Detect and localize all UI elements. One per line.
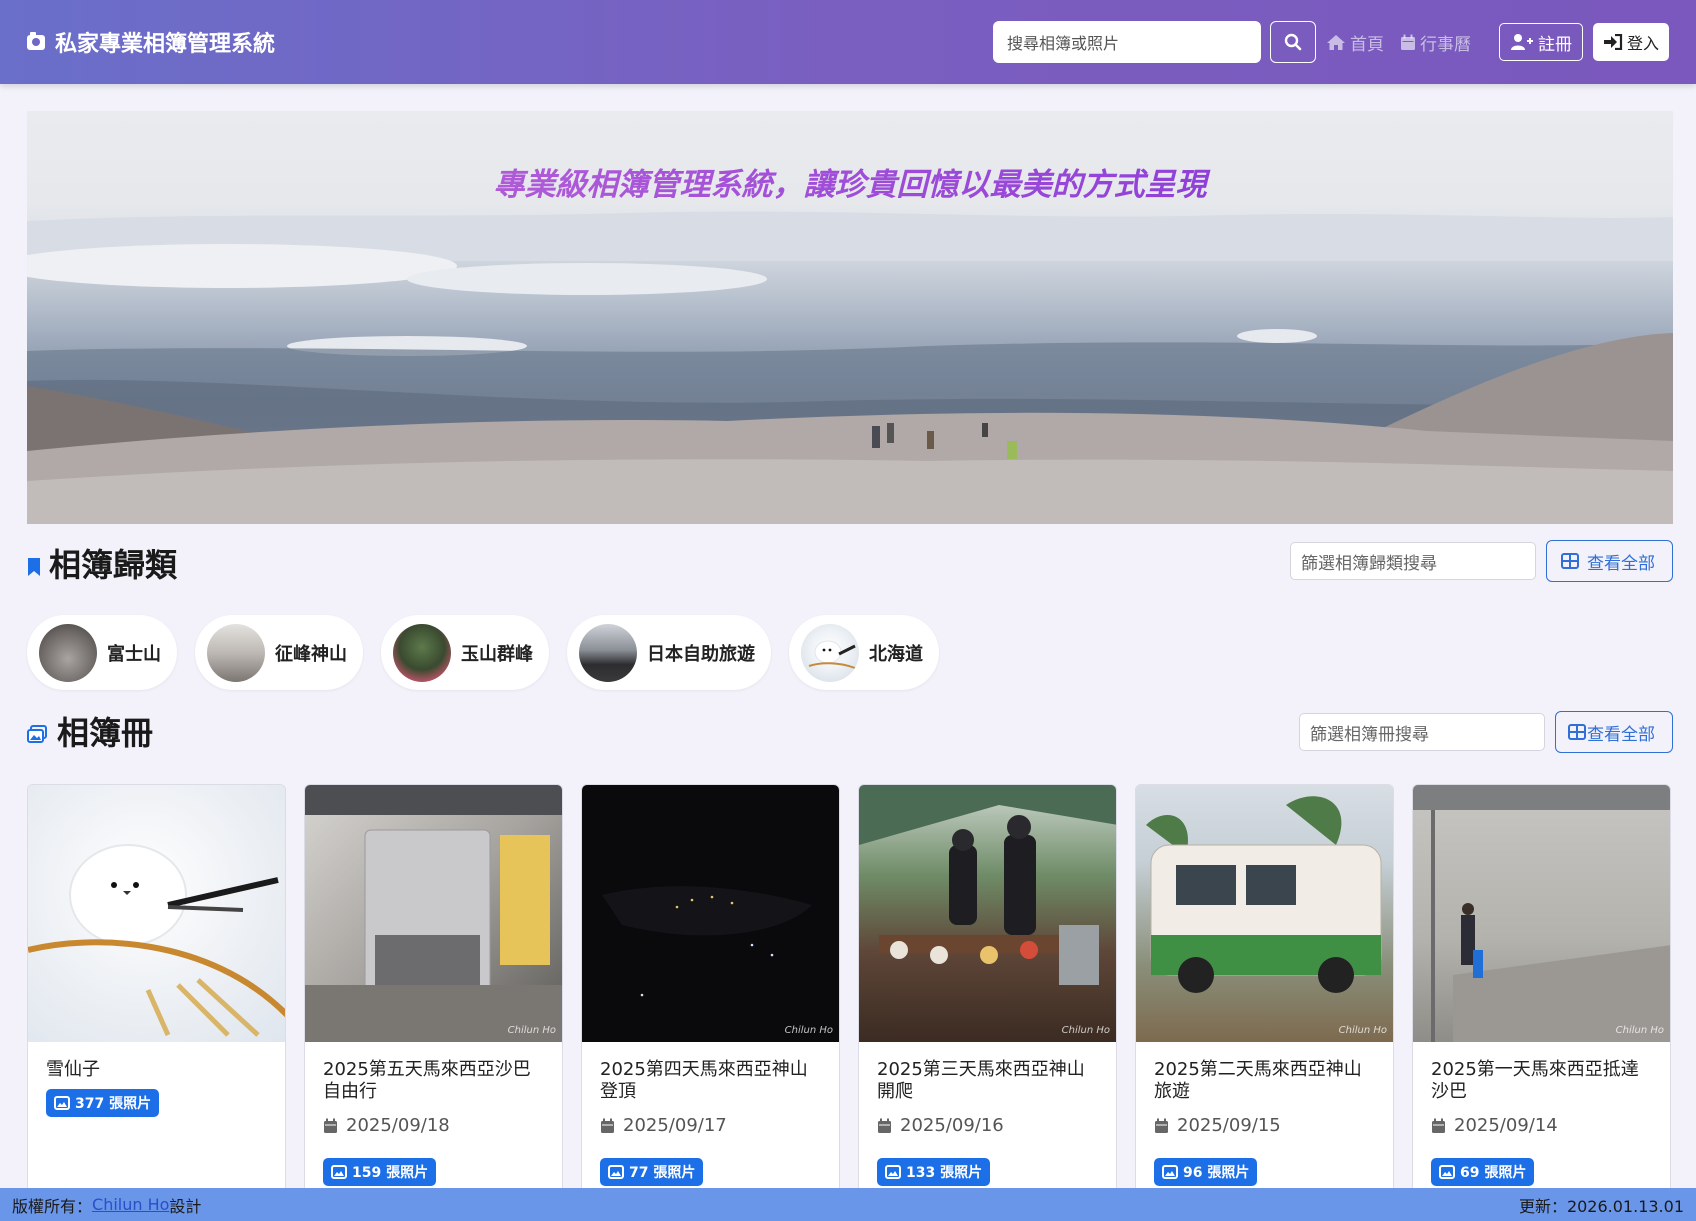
image-icon bbox=[331, 1165, 347, 1179]
hero-tagline: 專業級相簿管理系統，讓珍貴回憶以最美的方式呈現 bbox=[27, 159, 1673, 204]
login-button[interactable]: 登入 bbox=[1592, 23, 1669, 61]
photo-count-badge: 377 張照片 bbox=[46, 1089, 160, 1117]
brand-title: 私家專業相簿管理系統 bbox=[55, 32, 276, 57]
album-title: 2025第三天馬來西亞神山開爬 bbox=[877, 1059, 1085, 1102]
watermark: Chilun Ho bbox=[784, 1025, 833, 1036]
brand[interactable]: 私家專業相簿管理系統 bbox=[27, 26, 275, 58]
album-title: 2025第一天馬來西亞抵達沙巴 bbox=[1431, 1059, 1639, 1102]
album-title: 雪仙子 bbox=[46, 1059, 100, 1080]
album-card[interactable]: Chilun Ho 2025第三天馬來西亞神山開爬 2025/09/16 133… bbox=[858, 784, 1117, 1204]
album-list: 雪仙子 377 張照片 Chilun Ho 2025第五天馬來西亞沙巴自由行 2… bbox=[27, 784, 1671, 1204]
category-avatar bbox=[39, 623, 97, 682]
album-thumbnail: Chilun Ho bbox=[1136, 785, 1393, 1042]
album-date: 2025/09/16 bbox=[877, 1115, 1098, 1136]
nav-right: 搜尋相簿或照片 首頁 行事曆 註冊 登入 bbox=[992, 21, 1669, 63]
nav-calendar-link[interactable]: 行事曆 bbox=[1400, 30, 1471, 55]
photo-count-badge: 69 張照片 bbox=[1431, 1158, 1535, 1186]
navbar: 私家專業相簿管理系統 搜尋相簿或照片 首頁 行事曆 註冊 登入 bbox=[0, 0, 1696, 84]
bookmark-icon bbox=[28, 558, 40, 576]
albums-view-all-button[interactable]: 查看全部 bbox=[1555, 711, 1673, 753]
album-date: 2025/09/17 bbox=[600, 1115, 821, 1136]
image-icon bbox=[608, 1165, 624, 1179]
calendar-icon bbox=[1155, 1118, 1168, 1133]
album-thumbnail: Chilun Ho bbox=[859, 785, 1116, 1042]
photo-count-badge: 77 張照片 bbox=[600, 1158, 704, 1186]
album-card[interactable]: Chilun Ho 2025第五天馬來西亞沙巴自由行 2025/09/18 15… bbox=[304, 784, 563, 1204]
albums-header: 相簿冊 bbox=[27, 708, 153, 754]
grid-icon bbox=[1568, 724, 1586, 740]
category-chip-kinabalu[interactable]: 征峰神山 bbox=[195, 615, 363, 690]
images-icon bbox=[27, 725, 47, 743]
category-filter-input[interactable]: 篩選相簿歸類搜尋 bbox=[1290, 542, 1536, 580]
category-chip-japan[interactable]: 日本自助旅遊 bbox=[567, 615, 771, 690]
calendar-icon bbox=[1432, 1118, 1445, 1133]
category-avatar bbox=[393, 623, 451, 682]
grid-icon bbox=[1561, 553, 1579, 569]
category-chip-yushan[interactable]: 玉山群峰 bbox=[381, 615, 549, 690]
footer: 版權所有： Chilun Ho 設計 更新：2026.01.13.01 bbox=[0, 1188, 1696, 1221]
album-card[interactable]: 雪仙子 377 張照片 bbox=[27, 784, 286, 1204]
album-date: 2025/09/14 bbox=[1431, 1115, 1652, 1136]
category-chip-fuji[interactable]: 富士山 bbox=[27, 615, 177, 690]
watermark: Chilun Ho bbox=[507, 1025, 556, 1036]
author-link[interactable]: Chilun Ho bbox=[92, 1195, 169, 1214]
album-title: 2025第二天馬來西亞神山旅遊 bbox=[1154, 1059, 1362, 1102]
copyright-prefix: 版權所有： bbox=[12, 1196, 93, 1216]
camera-icon bbox=[27, 31, 45, 50]
albums-title: 相簿冊 bbox=[57, 714, 154, 752]
album-card[interactable]: Chilun Ho 2025第二天馬來西亞神山旅遊 2025/09/15 96 … bbox=[1135, 784, 1394, 1204]
search-input[interactable]: 搜尋相簿或照片 bbox=[992, 21, 1261, 63]
category-avatar bbox=[207, 623, 265, 682]
search-button[interactable] bbox=[1269, 21, 1316, 63]
category-avatar bbox=[579, 623, 637, 682]
photo-count-badge: 96 張照片 bbox=[1154, 1158, 1258, 1186]
watermark: Chilun Ho bbox=[1615, 1025, 1664, 1036]
design-suffix: 設計 bbox=[169, 1196, 202, 1216]
update-version: 更新：2026.01.13.01 bbox=[1518, 1196, 1684, 1216]
calendar-icon bbox=[601, 1118, 614, 1133]
watermark: Chilun Ho bbox=[1061, 1025, 1110, 1036]
photo-count-badge: 133 張照片 bbox=[877, 1158, 991, 1186]
album-card[interactable]: Chilun Ho 2025第四天馬來西亞神山登頂 2025/09/17 77 … bbox=[581, 784, 840, 1204]
category-list: 富士山 征峰神山 玉山群峰 日本自助旅遊 北海道 bbox=[27, 615, 957, 690]
album-thumbnail: Chilun Ho bbox=[305, 785, 562, 1042]
calendar-icon bbox=[1400, 34, 1415, 50]
image-icon bbox=[54, 1096, 70, 1110]
categories-view-all-button[interactable]: 查看全部 bbox=[1546, 540, 1673, 582]
album-filter-input[interactable]: 篩選相簿冊搜尋 bbox=[1299, 713, 1545, 751]
nav-home-link[interactable]: 首頁 bbox=[1326, 30, 1384, 55]
photo-count-badge: 159 張照片 bbox=[323, 1158, 437, 1186]
album-thumbnail: Chilun Ho bbox=[1413, 785, 1670, 1042]
categories-header: 相簿歸類 bbox=[27, 540, 177, 586]
image-icon bbox=[1162, 1165, 1178, 1179]
category-avatar bbox=[801, 623, 859, 682]
home-icon bbox=[1326, 34, 1345, 50]
image-icon bbox=[1439, 1165, 1455, 1179]
calendar-icon bbox=[878, 1118, 891, 1133]
album-card[interactable]: Chilun Ho 2025第一天馬來西亞抵達沙巴 2025/09/14 69 … bbox=[1412, 784, 1671, 1204]
user-plus-icon bbox=[1510, 34, 1533, 50]
album-title: 2025第五天馬來西亞沙巴自由行 bbox=[323, 1059, 531, 1102]
hero-banner: 專業級相簿管理系統，讓珍貴回憶以最美的方式呈現 bbox=[27, 111, 1673, 524]
album-thumbnail: Chilun Ho bbox=[582, 785, 839, 1042]
sign-in-icon bbox=[1603, 34, 1623, 50]
calendar-icon bbox=[324, 1118, 337, 1133]
search-icon bbox=[1284, 33, 1302, 51]
register-button[interactable]: 註冊 bbox=[1498, 23, 1583, 61]
album-title: 2025第四天馬來西亞神山登頂 bbox=[600, 1059, 808, 1102]
categories-title: 相簿歸類 bbox=[49, 546, 178, 584]
category-chip-hokkaido[interactable]: 北海道 bbox=[789, 615, 939, 690]
album-date: 2025/09/18 bbox=[323, 1115, 544, 1136]
album-date: 2025/09/15 bbox=[1154, 1115, 1375, 1136]
watermark: Chilun Ho bbox=[1338, 1025, 1387, 1036]
album-thumbnail bbox=[28, 785, 285, 1042]
image-icon bbox=[885, 1165, 901, 1179]
